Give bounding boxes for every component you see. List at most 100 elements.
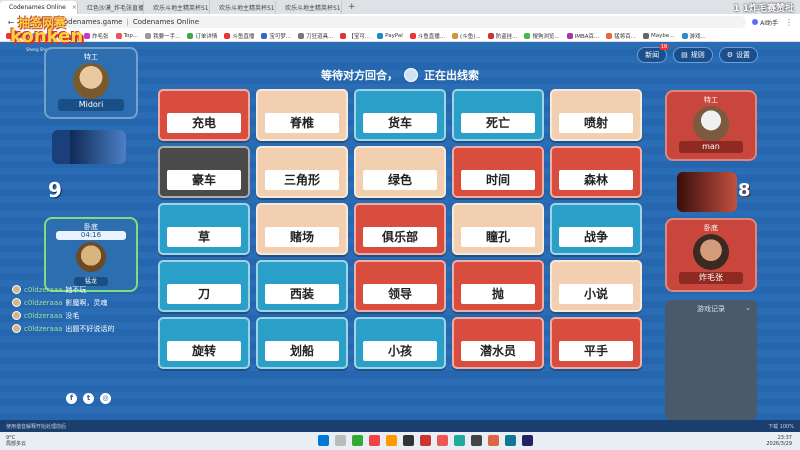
red-operative-panel: 卧底 炸毛张 [665,218,757,292]
app-icon[interactable] [403,435,414,446]
menu-icon[interactable]: ⋮ [784,18,794,27]
word-card[interactable]: 货车 [354,89,446,141]
word-card[interactable]: 领导 [354,260,446,312]
bookmark-item[interactable]: 游戏... [681,32,706,40]
word-card[interactable]: 平手 [550,317,642,369]
word-card[interactable]: 喷射 [550,89,642,141]
word-card[interactable]: 小孩 [354,317,446,369]
stream-watermark: 1 1炸毛赛赞批 [733,4,794,14]
card-word: 瞳孔 [461,227,535,247]
app-icon[interactable] [369,435,380,446]
bookmark-label: 宝可梦... [269,33,292,40]
bookmark-item[interactable]: 宝可梦... [261,32,291,40]
blue-operative-panel: 卧底 04:16 猛龙 [44,217,138,292]
rules-button[interactable]: ▤ 规则 [673,47,713,63]
bookmark-icon [298,32,305,39]
bookmark-label: 防盗挂... [495,33,518,40]
word-card[interactable]: 潜水员 [452,317,544,369]
ai-helper-button[interactable]: AI助手 [752,18,778,27]
word-card[interactable]: 豪车 [158,146,250,198]
avatar [12,285,21,294]
bookmark-item[interactable]: 斗鱼直播 [224,32,254,40]
bookmark-item[interactable]: 搜狗浏览... [524,32,560,40]
card-word: 西装 [265,284,339,304]
game-log-panel[interactable]: 游戏记录 ⌄ [665,300,757,420]
browser-tab[interactable]: Codenames Online × [0,1,78,14]
red-operative-title: 卧底 [704,224,718,232]
bookmark-item[interactable]: 刀狂道具... [298,32,333,40]
word-card[interactable]: 俱乐部 [354,203,446,255]
word-card[interactable]: 脊椎 [256,89,348,141]
browser-tab[interactable]: 欢乐斗地主精英杯S1_问鼎...× [210,1,276,14]
instagram-icon[interactable]: ◎ [100,393,111,404]
url-field[interactable]: codenames.game | Codenames Online [54,16,747,28]
weather-widget[interactable]: 9°C 局部多云 [6,435,26,447]
card-word: 森林 [559,170,633,190]
word-card[interactable]: 死亡 [452,89,544,141]
close-tab-icon[interactable]: × [72,4,77,11]
word-card[interactable]: 瞳孔 [452,203,544,255]
word-card[interactable]: 战争 [550,203,642,255]
blue-agent-image [70,130,126,164]
word-card[interactable]: 充电 [158,89,250,141]
word-card[interactable]: 时间 [452,146,544,198]
chat-text: 她不玩 [65,285,87,294]
news-button[interactable]: 新闻 18 [637,44,670,63]
status-giving-clue: 正在出线索 [424,69,479,82]
bookmark-item[interactable]: 猛将百... [606,32,636,40]
chat-text: 没毛 [65,311,80,320]
chat-username: c0ldzeraaa [24,324,63,333]
bookmark-item[interactable]: Maybe... [643,32,675,39]
bookmark-item[interactable]: (斗鱼)... [452,32,481,40]
app-icon[interactable] [386,435,397,446]
bookmark-item[interactable]: PayPal [377,32,403,39]
word-board: 充电 脊椎 货车 死亡 喷射 豪车 三角形 绿色 时间 森林草赌场 俱乐部 瞳孔 战争刀西装 领导抛小说旋… [158,89,648,369]
app-icon[interactable] [454,435,465,446]
facebook-icon[interactable]: f [66,393,77,404]
browser-tab[interactable]: 红色沙漠_炸毛张直播_炸毛...× [78,1,144,14]
tab-label: 欢乐斗地主精英杯S1_问鼎... [219,5,275,12]
app-icon[interactable] [437,435,448,446]
word-card[interactable]: 森林 [550,146,642,198]
word-card[interactable]: 抛 [452,260,544,312]
bookmark-item[interactable]: 斗鱼直播... [409,32,446,40]
browser-tab[interactable]: 欢乐斗地主精英杯S1_一层...× [276,1,342,14]
start-icon[interactable] [318,435,329,446]
bookmark-label: 斗鱼直播... [417,33,446,40]
system-clock[interactable]: 23:37 2026/3/29 [766,435,792,447]
browser-tab[interactable]: 欢乐斗地主精英杯S1_黄...× [144,1,210,14]
bookmark-item[interactable]: 【宝可... [340,32,370,40]
bookmark-label: 我要一手... [153,33,181,40]
address-bar: ← → ↻ codenames.game | Codenames Online … [0,14,800,30]
search-icon[interactable] [335,435,346,446]
bookmark-item[interactable]: IMBA百... [566,32,599,40]
app-icon[interactable] [488,435,499,446]
chat-username: c0ldzeraaa [24,285,63,294]
word-card[interactable]: 三角形 [256,146,348,198]
app-icon[interactable] [420,435,431,446]
word-card[interactable]: 绿色 [354,146,446,198]
bookmark-item[interactable]: 订单详情 [187,32,217,40]
app-icon[interactable] [505,435,516,446]
card-word: 平手 [559,341,633,361]
twitter-icon[interactable]: t [83,393,94,404]
word-card[interactable]: 草 [158,203,250,255]
word-card[interactable]: 划船 [256,317,348,369]
red-operative-portrait [693,234,729,270]
bookmark-item[interactable]: 我要一手... [145,32,180,40]
settings-button[interactable]: ⚙ 设置 [718,47,758,63]
blue-spymaster-name: Midori [58,99,124,111]
app-icon[interactable] [352,435,363,446]
word-card[interactable]: 西装 [256,260,348,312]
card-word: 抛 [461,284,535,304]
card-word: 旋转 [167,341,241,361]
bookmark-item[interactable]: 防盗挂... [487,32,518,40]
word-card[interactable]: 小说 [550,260,642,312]
chevron-down-icon[interactable]: ⌄ [745,304,751,312]
steam-icon[interactable] [522,435,533,446]
new-tab-icon[interactable]: + [342,2,362,12]
bookmark-item[interactable]: Top... [115,32,138,39]
word-card[interactable]: 赌场 [256,203,348,255]
news-label: 新闻 [645,51,660,59]
app-icon[interactable] [471,435,482,446]
